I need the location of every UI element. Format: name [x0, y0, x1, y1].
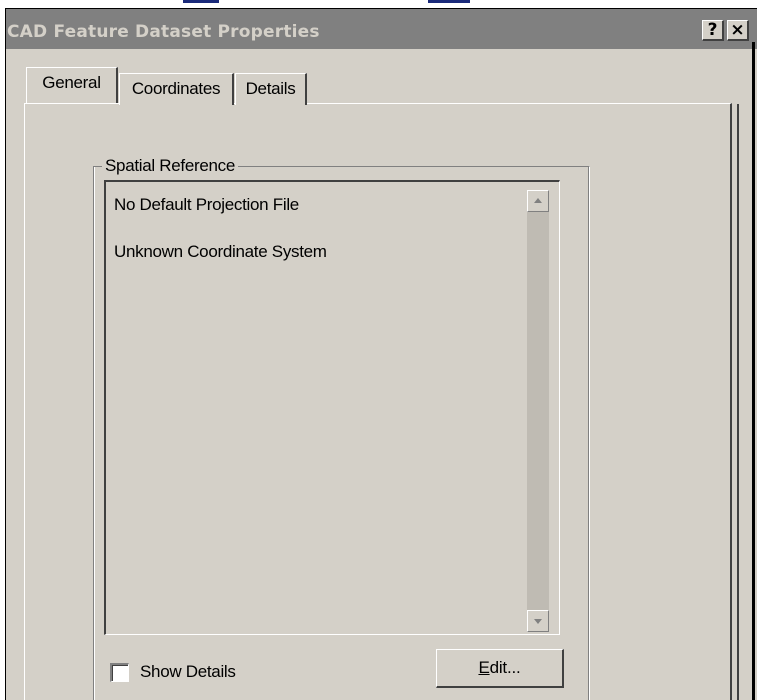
- show-details-label: Show Details: [140, 662, 236, 681]
- scroll-track[interactable]: [527, 212, 549, 610]
- tab-general[interactable]: General: [26, 67, 118, 103]
- scroll-up-button[interactable]: [527, 190, 549, 212]
- arrow-up-icon: [534, 198, 542, 203]
- vertical-scrollbar[interactable]: [527, 190, 549, 632]
- scroll-down-button[interactable]: [527, 610, 549, 632]
- arrow-down-icon: [534, 619, 542, 624]
- spatial-reference-text[interactable]: No Default Projection File Unknown Coord…: [104, 180, 560, 635]
- edit-button[interactable]: Edit...: [436, 649, 564, 688]
- coordinate-system-text: Unknown Coordinate System: [114, 242, 327, 261]
- panel-right-edge: [737, 104, 739, 700]
- close-button[interactable]: ×: [727, 20, 749, 41]
- spatial-reference-group-label: Spatial Reference: [102, 156, 239, 176]
- checkbox-box[interactable]: [110, 663, 129, 682]
- show-details-checkbox[interactable]: Show Details: [110, 660, 280, 684]
- window-right-edge: [752, 42, 755, 700]
- screen: CAD Feature Dataset Properties ? × Gener…: [0, 0, 757, 700]
- edit-label-rest: dit...: [489, 658, 521, 677]
- background-window-edge: [183, 0, 219, 3]
- background-window-edge: [428, 0, 470, 3]
- tab-details[interactable]: Details: [235, 73, 307, 105]
- projection-file-text: No Default Projection File: [114, 195, 299, 214]
- properties-dialog: CAD Feature Dataset Properties ? × Gener…: [5, 8, 757, 700]
- help-button[interactable]: ?: [702, 20, 724, 41]
- edit-mnemonic: E: [478, 658, 490, 677]
- title-bar[interactable]: CAD Feature Dataset Properties ? ×: [6, 9, 757, 49]
- tab-coordinates[interactable]: Coordinates: [119, 73, 234, 105]
- window-title: CAD Feature Dataset Properties: [7, 22, 320, 42]
